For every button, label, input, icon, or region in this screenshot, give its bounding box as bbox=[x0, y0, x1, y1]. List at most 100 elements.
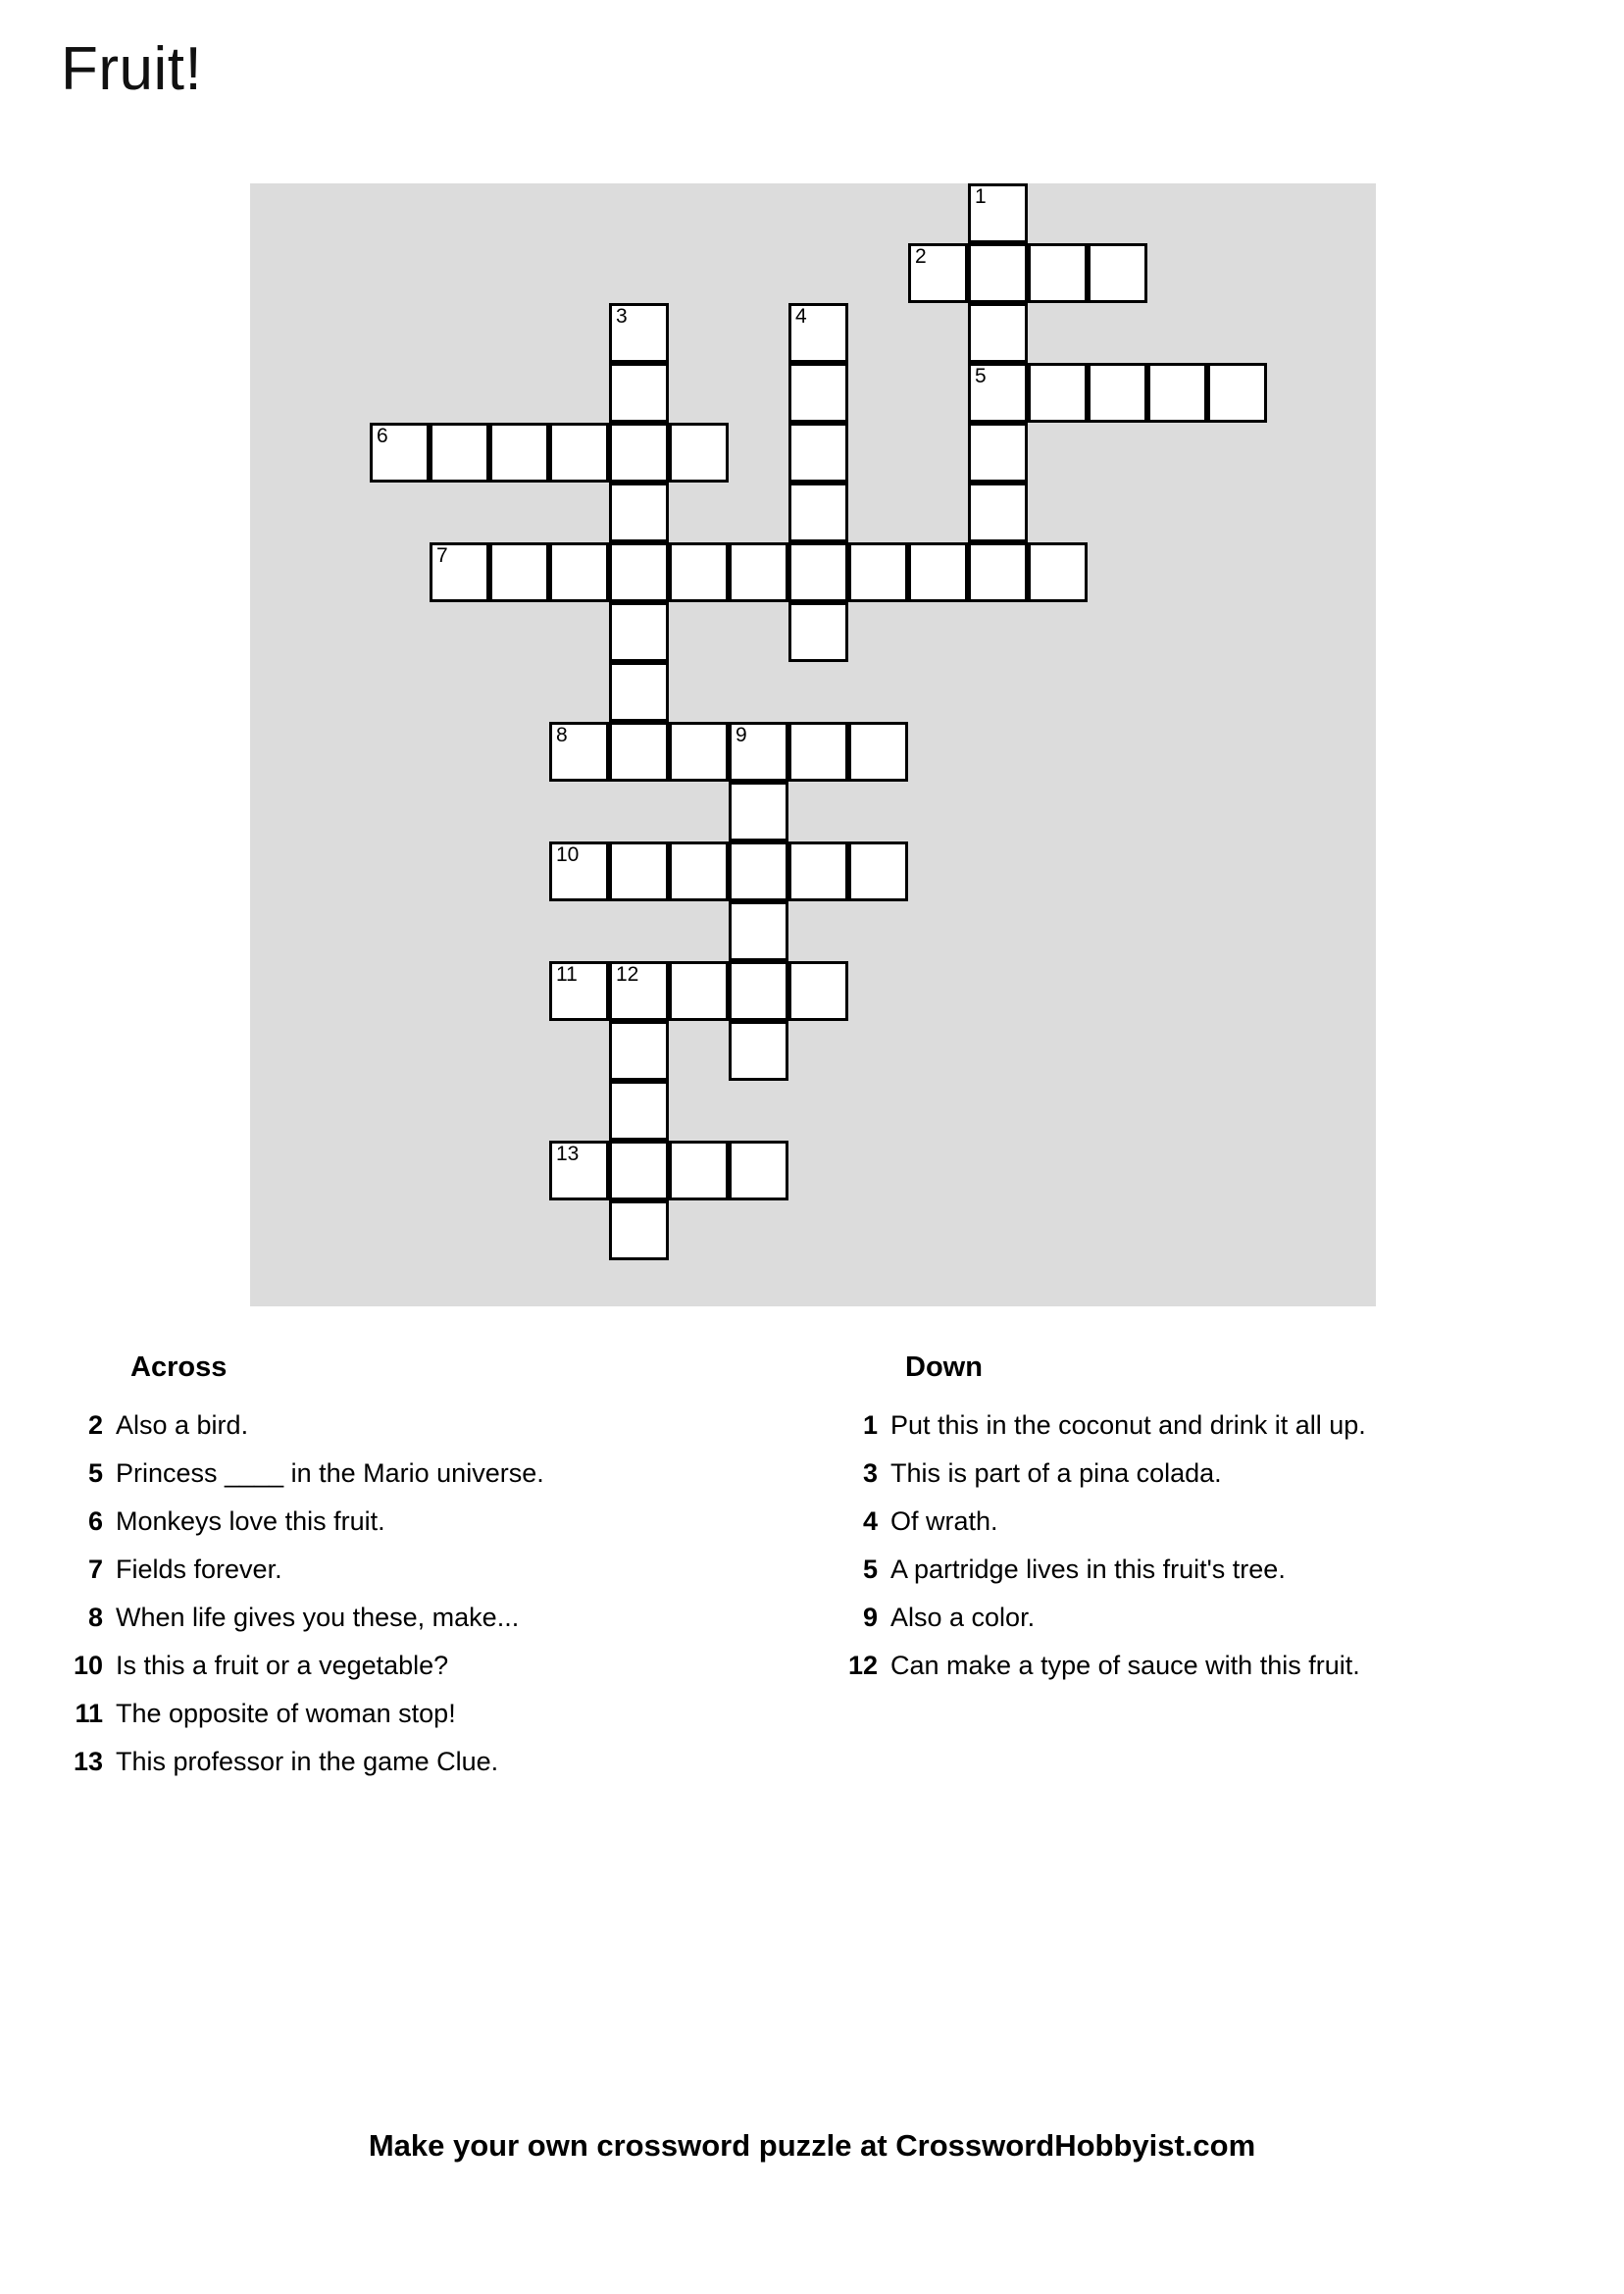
down-clue-number: 4 bbox=[862, 1506, 878, 1536]
grid-cell[interactable] bbox=[430, 423, 489, 483]
grid-cell[interactable] bbox=[788, 423, 848, 483]
grid-cell[interactable] bbox=[788, 542, 848, 602]
down-clue-number: 1 bbox=[862, 1410, 878, 1440]
across-clue-number: 5 bbox=[87, 1458, 103, 1488]
grid-cell[interactable] bbox=[729, 1141, 788, 1200]
grid-cell-number: 5 bbox=[975, 365, 987, 387]
grid-cell[interactable] bbox=[1088, 363, 1147, 423]
down-clue-item[interactable]: 3 This is part of a pina colada. bbox=[814, 1457, 1589, 1489]
grid-cell[interactable] bbox=[609, 1081, 669, 1141]
grid-cell[interactable] bbox=[669, 542, 729, 602]
across-clue-item[interactable]: 7 Fields forever. bbox=[39, 1554, 785, 1585]
across-clue-item[interactable]: 11 The opposite of woman stop! bbox=[39, 1698, 785, 1729]
grid-cell[interactable] bbox=[609, 1021, 669, 1081]
grid-cell[interactable]: 10 bbox=[549, 841, 609, 901]
grid-cell[interactable]: 1 bbox=[968, 183, 1028, 243]
grid-cell[interactable] bbox=[848, 841, 908, 901]
grid-cell[interactable]: 9 bbox=[729, 722, 788, 782]
down-clue-item[interactable]: 12 Can make a type of sauce with this fru… bbox=[814, 1650, 1589, 1681]
grid-cell[interactable] bbox=[609, 662, 669, 722]
grid-cell-number: 11 bbox=[556, 963, 578, 986]
down-clue-text: Put this in the coconut and drink it all… bbox=[890, 1410, 1366, 1440]
grid-cell[interactable] bbox=[968, 483, 1028, 542]
grid-cell[interactable]: 6 bbox=[370, 423, 430, 483]
grid-cell[interactable] bbox=[788, 483, 848, 542]
grid-cell[interactable] bbox=[788, 602, 848, 662]
grid-cell-number: 12 bbox=[616, 963, 639, 986]
grid-cell[interactable] bbox=[669, 1141, 729, 1200]
grid-cell[interactable] bbox=[729, 901, 788, 961]
grid-cell[interactable] bbox=[609, 722, 669, 782]
across-clue-text: Also a bird. bbox=[116, 1410, 249, 1440]
grid-cell[interactable] bbox=[968, 542, 1028, 602]
grid-cell[interactable] bbox=[609, 1200, 669, 1260]
grid-cell[interactable] bbox=[1088, 243, 1147, 303]
across-clue-item[interactable]: 5 Princess ____ in the Mario universe. bbox=[39, 1457, 785, 1489]
grid-cell[interactable]: 13 bbox=[549, 1141, 609, 1200]
grid-cell[interactable] bbox=[669, 841, 729, 901]
grid-cell[interactable] bbox=[1028, 243, 1088, 303]
grid-cell[interactable] bbox=[1207, 363, 1267, 423]
grid-cell[interactable] bbox=[609, 363, 669, 423]
crossword-grid[interactable]: 1 2 3 4 5 6 7 8 9 10 11 12 13 bbox=[250, 183, 1376, 1306]
across-clue-text: This professor in the game Clue. bbox=[116, 1747, 499, 1776]
grid-cell[interactable] bbox=[788, 961, 848, 1021]
grid-cell[interactable] bbox=[729, 961, 788, 1021]
grid-cell[interactable] bbox=[489, 542, 549, 602]
grid-cell[interactable] bbox=[549, 542, 609, 602]
grid-cell[interactable] bbox=[1028, 542, 1088, 602]
across-clue-item[interactable]: 8 When life gives you these, make... bbox=[39, 1602, 785, 1633]
grid-cell[interactable] bbox=[609, 423, 669, 483]
grid-cell[interactable] bbox=[489, 423, 549, 483]
down-clue-text: Can make a type of sauce with this fruit… bbox=[890, 1651, 1360, 1680]
grid-cell-number: 9 bbox=[736, 724, 747, 746]
across-clue-number: 6 bbox=[87, 1506, 103, 1536]
grid-cell[interactable]: 8 bbox=[549, 722, 609, 782]
grid-cell[interactable]: 2 bbox=[908, 243, 968, 303]
grid-cell[interactable] bbox=[729, 782, 788, 841]
grid-cell[interactable]: 11 bbox=[549, 961, 609, 1021]
grid-cell[interactable] bbox=[549, 423, 609, 483]
grid-cell[interactable] bbox=[609, 602, 669, 662]
grid-cell[interactable] bbox=[669, 722, 729, 782]
grid-cell[interactable] bbox=[788, 841, 848, 901]
grid-cell[interactable] bbox=[669, 423, 729, 483]
grid-cell[interactable] bbox=[968, 423, 1028, 483]
down-clue-item[interactable]: 4 Of wrath. bbox=[814, 1505, 1589, 1537]
down-clue-item[interactable]: 1 Put this in the coconut and drink it al… bbox=[814, 1409, 1589, 1441]
down-clue-text: This is part of a pina colada. bbox=[890, 1458, 1222, 1488]
grid-cell[interactable] bbox=[968, 303, 1028, 363]
grid-cell[interactable] bbox=[908, 542, 968, 602]
grid-cell[interactable] bbox=[729, 841, 788, 901]
grid-cell[interactable]: 3 bbox=[609, 303, 669, 363]
grid-cell[interactable] bbox=[848, 542, 908, 602]
across-clue-item[interactable]: 2 Also a bird. bbox=[39, 1409, 785, 1441]
grid-cell[interactable] bbox=[609, 1141, 669, 1200]
grid-cell[interactable] bbox=[1147, 363, 1207, 423]
across-clue-item[interactable]: 10 Is this a fruit or a vegetable? bbox=[39, 1650, 785, 1681]
grid-cell[interactable] bbox=[669, 961, 729, 1021]
grid-cell[interactable] bbox=[788, 722, 848, 782]
grid-cell[interactable] bbox=[729, 1021, 788, 1081]
down-clue-item[interactable]: 9 Also a color. bbox=[814, 1602, 1589, 1633]
grid-cell[interactable] bbox=[729, 542, 788, 602]
grid-cell[interactable] bbox=[968, 243, 1028, 303]
across-clue-item[interactable]: 6 Monkeys love this fruit. bbox=[39, 1505, 785, 1537]
grid-cell[interactable] bbox=[1028, 363, 1088, 423]
grid-cell[interactable] bbox=[609, 542, 669, 602]
grid-cell-number: 8 bbox=[556, 724, 568, 746]
grid-cell[interactable] bbox=[609, 841, 669, 901]
across-clue-number: 7 bbox=[87, 1555, 103, 1584]
across-clue-item[interactable]: 13 This professor in the game Clue. bbox=[39, 1746, 785, 1777]
grid-cell[interactable] bbox=[848, 722, 908, 782]
across-clue-number: 2 bbox=[87, 1410, 103, 1440]
grid-cell[interactable]: 4 bbox=[788, 303, 848, 363]
grid-cell[interactable] bbox=[609, 483, 669, 542]
down-clue-item[interactable]: 5 A partridge lives in this fruit's tree. bbox=[814, 1554, 1589, 1585]
grid-cell[interactable]: 7 bbox=[430, 542, 489, 602]
across-clue-text: Fields forever. bbox=[116, 1555, 282, 1584]
down-clue-text: Also a color. bbox=[890, 1603, 1036, 1632]
grid-cell[interactable]: 5 bbox=[968, 363, 1028, 423]
grid-cell[interactable] bbox=[788, 363, 848, 423]
grid-cell[interactable]: 12 bbox=[609, 961, 669, 1021]
